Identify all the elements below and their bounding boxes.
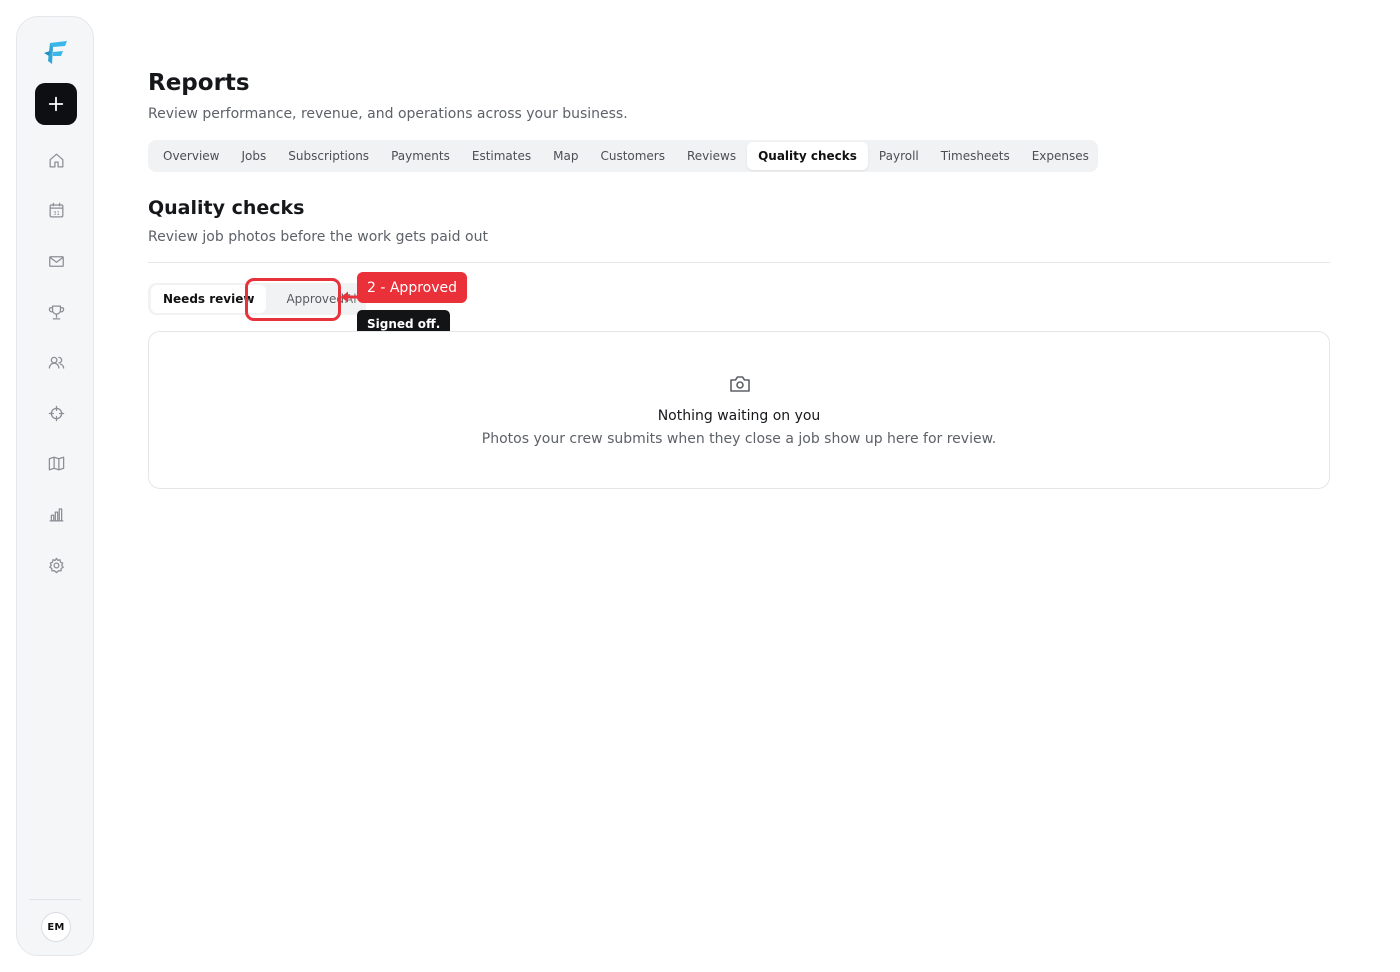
camera-icon xyxy=(730,376,750,392)
gear-icon xyxy=(48,557,64,573)
empty-state-text: Photos your crew submits when they close… xyxy=(481,431,997,447)
users-icon xyxy=(48,356,64,369)
tab-subscriptions[interactable]: Subscriptions xyxy=(277,142,380,170)
nav-mail[interactable] xyxy=(44,249,68,273)
tab-estimates[interactable]: Estimates xyxy=(461,142,542,170)
tab-reviews[interactable]: Reviews xyxy=(676,142,747,170)
nav-users[interactable] xyxy=(44,350,68,374)
plus-icon xyxy=(48,96,64,112)
app-logo-icon[interactable] xyxy=(41,37,71,67)
home-icon xyxy=(49,153,63,167)
crosshair-icon xyxy=(48,405,64,421)
quality-status-tabs: Needs review Approved xyxy=(148,283,366,315)
trophy-icon xyxy=(48,305,64,319)
mail-icon xyxy=(48,255,64,267)
empty-state-title: Nothing waiting on you xyxy=(657,408,821,424)
tab-timesheets[interactable]: Timesheets xyxy=(930,142,1021,170)
nav-targets[interactable] xyxy=(44,401,68,425)
bar-chart-icon xyxy=(49,507,63,521)
subtab-needs-review[interactable]: Needs review xyxy=(151,285,267,313)
user-avatar[interactable]: EM xyxy=(41,912,71,942)
tab-quality-checks[interactable]: Quality checks xyxy=(747,142,868,170)
tab-customers[interactable]: Customers xyxy=(589,142,676,170)
section-subtitle: Review job photos before the work gets p… xyxy=(148,229,488,245)
nav-map[interactable] xyxy=(44,451,68,475)
tab-payments[interactable]: Payments xyxy=(380,142,461,170)
map-icon xyxy=(48,456,64,470)
nav-reports[interactable] xyxy=(44,502,68,526)
tab-expenses[interactable]: Expenses xyxy=(1021,142,1100,170)
tab-map[interactable]: Map xyxy=(542,142,589,170)
svg-text:31: 31 xyxy=(53,210,60,216)
nav-home[interactable] xyxy=(44,148,68,172)
page-title: Reports xyxy=(148,70,250,96)
nav-calendar[interactable]: 31 xyxy=(44,198,68,222)
empty-state-card: Nothing waiting on you Photos your crew … xyxy=(148,331,1330,489)
nav-settings[interactable] xyxy=(44,553,68,577)
tab-overview[interactable]: Overview xyxy=(152,142,231,170)
section-title: Quality checks xyxy=(148,197,305,219)
page-subtitle: Review performance, revenue, and operati… xyxy=(148,106,628,122)
calendar-icon: 31 xyxy=(49,202,63,217)
sidebar: 31 EM xyxy=(16,16,94,956)
sidebar-divider xyxy=(29,899,81,900)
tab-jobs[interactable]: Jobs xyxy=(231,142,278,170)
nav-trophy[interactable] xyxy=(44,300,68,324)
annotation-step-badge: 2 - Approved xyxy=(357,272,468,303)
tab-payroll[interactable]: Payroll xyxy=(868,142,930,170)
add-button[interactable] xyxy=(35,83,77,125)
reports-tabs: Overview Jobs Subscriptions Payments Est… xyxy=(148,140,1098,172)
section-divider xyxy=(148,262,1330,263)
